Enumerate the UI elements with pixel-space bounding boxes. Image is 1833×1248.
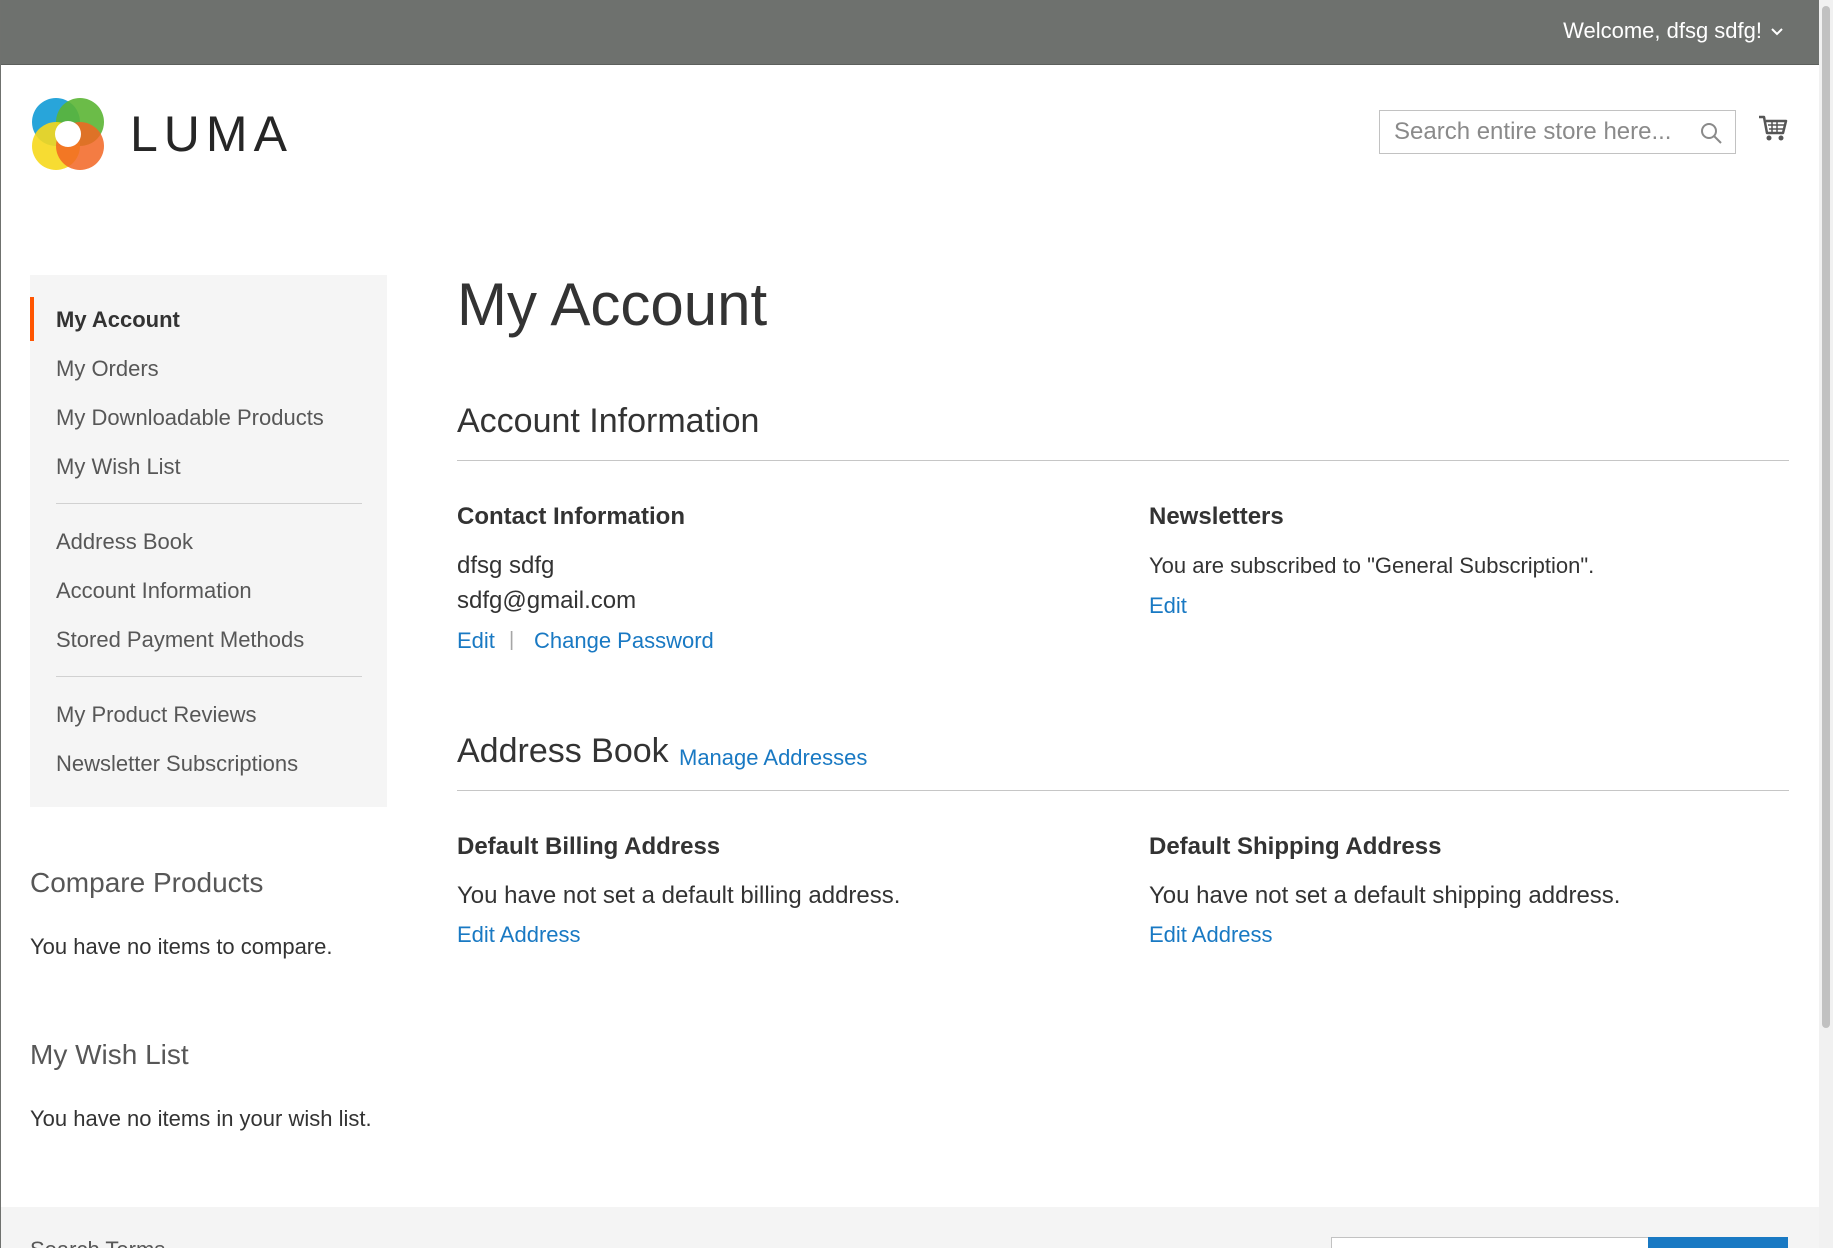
chevron-down-icon: [1771, 28, 1783, 36]
sidebar-item-my-account[interactable]: My Account: [56, 307, 180, 333]
edit-newsletter-link[interactable]: Edit: [1149, 593, 1187, 619]
page: Welcome, dfsg sdfg! LUMA Search entire s…: [0, 0, 1833, 1248]
customer-name: dfsg sdfg: [457, 552, 555, 579]
customer-email: sdfg@gmail.com: [457, 587, 637, 614]
search-box: [1379, 110, 1736, 154]
section-divider: [457, 790, 1789, 791]
search-icon[interactable]: [1699, 121, 1723, 145]
shipping-address-empty: You have not set a default shipping addr…: [1149, 882, 1621, 909]
top-bar: Welcome, dfsg sdfg!: [1, 0, 1833, 65]
newsletters-title: Newsletters: [1149, 503, 1284, 530]
page-footer: Search Terms: [1, 1207, 1820, 1248]
newsletter-status: You are subscribed to "General Subscript…: [1149, 553, 1595, 578]
nav-divider: [56, 503, 362, 504]
search-input[interactable]: [1392, 111, 1696, 153]
sidebar-item-my-orders[interactable]: My Orders: [56, 356, 159, 382]
sidebar-item-downloadable-products[interactable]: My Downloadable Products: [56, 405, 324, 431]
edit-shipping-address-link[interactable]: Edit Address: [1149, 922, 1273, 948]
edit-contact-link[interactable]: Edit: [457, 628, 495, 654]
newsletter-email-input[interactable]: [1331, 1237, 1649, 1248]
store-logo[interactable]: LUMA: [30, 96, 293, 172]
compare-products-empty: You have no items to compare.: [30, 934, 333, 959]
change-password-link[interactable]: Change Password: [534, 628, 714, 654]
account-sidebar-nav: My Account My Orders My Downloadable Pro…: [30, 275, 387, 807]
billing-address-empty: You have not set a default billing addre…: [457, 882, 901, 909]
default-shipping-title: Default Shipping Address: [1149, 833, 1442, 860]
manage-addresses-link[interactable]: Manage Addresses: [679, 745, 867, 771]
footer-search-terms-link[interactable]: Search Terms: [30, 1237, 165, 1248]
compare-products-title: Compare Products: [30, 867, 264, 898]
logo-text: LUMA: [130, 106, 293, 162]
sidebar-item-stored-payment-methods[interactable]: Stored Payment Methods: [56, 627, 304, 653]
edit-billing-address-link[interactable]: Edit Address: [457, 922, 581, 948]
luma-logo-icon: [32, 98, 104, 170]
sidebar-item-address-book[interactable]: Address Book: [56, 529, 193, 555]
address-book-title: Address Book: [457, 732, 669, 770]
welcome-text: Welcome, dfsg sdfg!: [1563, 18, 1762, 43]
nav-divider: [56, 676, 362, 677]
default-billing-title: Default Billing Address: [457, 833, 721, 860]
page-title: My Account: [457, 271, 768, 338]
section-divider: [457, 460, 1789, 461]
vertical-scrollbar[interactable]: [1819, 0, 1833, 1248]
active-indicator: [30, 297, 34, 341]
contact-information-title: Contact Information: [457, 503, 685, 530]
wishlist-empty: You have no items in your wish list.: [30, 1106, 372, 1131]
customer-menu-toggle[interactable]: Welcome, dfsg sdfg!: [1563, 18, 1784, 44]
subscribe-button[interactable]: [1648, 1237, 1788, 1248]
account-information-title: Account Information: [457, 402, 760, 440]
cart-icon[interactable]: [1757, 112, 1789, 144]
sidebar-item-product-reviews[interactable]: My Product Reviews: [56, 702, 257, 728]
scrollbar-thumb[interactable]: [1822, 6, 1830, 1028]
sidebar-item-wish-list[interactable]: My Wish List: [56, 454, 181, 480]
sidebar-item-newsletter-subscriptions[interactable]: Newsletter Subscriptions: [56, 751, 298, 777]
link-separator: |: [509, 629, 515, 651]
sidebar-item-account-information[interactable]: Account Information: [56, 578, 252, 604]
wishlist-title: My Wish List: [30, 1039, 189, 1070]
